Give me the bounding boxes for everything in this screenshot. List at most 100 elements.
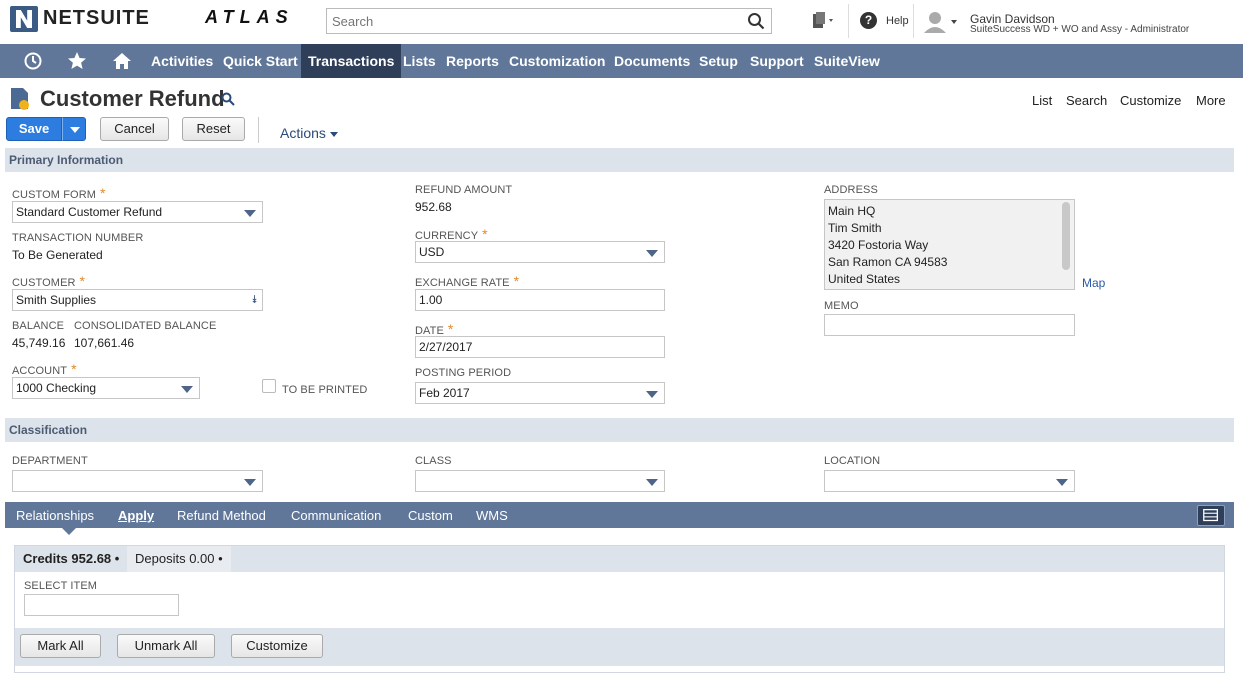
tab-wms[interactable]: WMS bbox=[476, 502, 508, 528]
address-scrollbar[interactable] bbox=[1062, 202, 1070, 270]
search-link[interactable]: Search bbox=[1066, 93, 1107, 108]
currency-label: CURRENCY * bbox=[415, 226, 488, 242]
address-label: ADDRESS bbox=[824, 184, 878, 196]
exchange-rate-label: EXCHANGE RATE * bbox=[415, 273, 520, 289]
help-link[interactable]: Help bbox=[886, 15, 909, 27]
toolbar-divider bbox=[258, 117, 259, 143]
refund-amount-value: 952.68 bbox=[415, 200, 452, 214]
posting-period-select[interactable]: Feb 2017 bbox=[415, 382, 665, 404]
transaction-number-label: TRANSACTION NUMBER bbox=[12, 232, 144, 244]
custom-form-label: CUSTOM FORM * bbox=[12, 185, 106, 201]
customer-refund-icon bbox=[10, 87, 30, 111]
posting-period-label: POSTING PERIOD bbox=[415, 367, 512, 379]
custom-form-select[interactable]: Standard Customer Refund bbox=[12, 201, 263, 223]
tab-deposits[interactable]: Deposits 0.00 • bbox=[127, 546, 231, 572]
chevron-down-icon bbox=[329, 131, 338, 137]
address-textarea[interactable]: Main HQ Tim Smith 3420 Fostoria Way San … bbox=[824, 199, 1075, 290]
nav-transactions[interactable]: Transactions bbox=[301, 44, 402, 78]
consolidated-balance-label: CONSOLIDATED BALANCE bbox=[74, 320, 217, 332]
address-line: Main HQ bbox=[828, 204, 876, 218]
recent-records-icon[interactable] bbox=[812, 12, 838, 30]
nav-quick-start[interactable]: Quick Start bbox=[216, 44, 305, 78]
main-nav: Activities Quick Start Transactions List… bbox=[0, 44, 1243, 78]
tab-relationships[interactable]: Relationships bbox=[16, 502, 94, 528]
actions-menu[interactable]: Actions bbox=[280, 125, 338, 141]
title-search-icon[interactable] bbox=[221, 92, 235, 106]
customer-label: CUSTOMER * bbox=[12, 273, 86, 289]
nav-support[interactable]: Support bbox=[743, 44, 811, 78]
address-line: Tim Smith bbox=[828, 221, 882, 235]
memo-label: MEMO bbox=[824, 300, 859, 312]
exchange-rate-input[interactable]: 1.00 bbox=[415, 289, 665, 311]
location-label: LOCATION bbox=[824, 455, 881, 467]
actions-label[interactable]: Actions bbox=[280, 125, 326, 141]
global-search-input[interactable] bbox=[327, 9, 727, 33]
nav-customization[interactable]: Customization bbox=[502, 44, 612, 78]
netsuite-logo-text[interactable]: NETSUITE bbox=[43, 7, 150, 30]
primary-information-header[interactable]: Primary Information bbox=[5, 148, 1234, 172]
address-line: San Ramon CA 94583 bbox=[828, 255, 948, 269]
date-label: DATE * bbox=[415, 321, 454, 337]
list-link[interactable]: List bbox=[1032, 93, 1052, 108]
consolidated-balance-value: 107,661.46 bbox=[74, 336, 135, 350]
mark-all-button[interactable]: Mark All bbox=[20, 634, 101, 658]
tab-credits[interactable]: Credits 952.68 • bbox=[15, 546, 128, 572]
nav-lists[interactable]: Lists bbox=[396, 44, 443, 78]
to-be-printed-label: TO BE PRINTED bbox=[282, 384, 368, 396]
to-be-printed-checkbox[interactable] bbox=[262, 379, 276, 393]
class-select[interactable] bbox=[415, 470, 665, 492]
header-divider bbox=[848, 4, 849, 38]
recent-history-icon[interactable] bbox=[16, 44, 50, 78]
subtab-layout-icon[interactable] bbox=[1197, 505, 1225, 526]
refund-amount-label: REFUND AMOUNT bbox=[415, 184, 513, 196]
address-line: United States bbox=[828, 272, 901, 286]
balance-label: BALANCE bbox=[12, 320, 65, 332]
tab-communication[interactable]: Communication bbox=[291, 502, 381, 528]
nav-setup[interactable]: Setup bbox=[692, 44, 745, 78]
unmark-all-button[interactable]: Unmark All bbox=[117, 634, 215, 658]
favorites-star-icon[interactable] bbox=[60, 44, 94, 78]
select-item-label: SELECT ITEM bbox=[24, 580, 98, 592]
nav-activities[interactable]: Activities bbox=[144, 44, 220, 78]
balance-value: 45,749.16 bbox=[12, 336, 66, 350]
date-input[interactable]: 2/27/2017 bbox=[415, 336, 665, 358]
page-title: Customer Refund bbox=[40, 86, 225, 111]
account-select[interactable]: 1000 Checking bbox=[12, 377, 200, 399]
cancel-button[interactable]: Cancel bbox=[100, 117, 169, 141]
customer-select[interactable]: Smith Supplies bbox=[12, 289, 263, 311]
subtab-bar: Relationships Apply Refund Method Commun… bbox=[5, 502, 1234, 528]
user-role[interactable]: SuiteSuccess WD + WO and Assy - Administ… bbox=[970, 24, 1189, 35]
class-label: CLASS bbox=[415, 455, 452, 467]
account-label: ACCOUNT * bbox=[12, 361, 77, 377]
location-select[interactable] bbox=[824, 470, 1075, 492]
more-link[interactable]: More bbox=[1196, 93, 1226, 108]
map-link[interactable]: Map bbox=[1082, 276, 1105, 290]
tab-refund-method[interactable]: Refund Method bbox=[177, 502, 266, 528]
customize-button[interactable]: Customize bbox=[231, 634, 323, 658]
help-icon[interactable]: ? bbox=[860, 12, 877, 29]
transaction-number-value: To Be Generated bbox=[12, 248, 103, 262]
tab-custom[interactable]: Custom bbox=[408, 502, 453, 528]
header-divider bbox=[913, 4, 914, 38]
atlas-logo: ATLAS bbox=[205, 7, 294, 27]
user-avatar-icon[interactable] bbox=[923, 11, 959, 33]
home-icon[interactable] bbox=[105, 44, 139, 78]
select-item-input[interactable] bbox=[24, 594, 179, 616]
memo-input[interactable] bbox=[824, 314, 1075, 336]
save-button[interactable]: Save bbox=[6, 117, 62, 141]
nav-reports[interactable]: Reports bbox=[439, 44, 506, 78]
customize-link[interactable]: Customize bbox=[1120, 93, 1181, 108]
global-search[interactable] bbox=[326, 8, 772, 34]
department-label: DEPARTMENT bbox=[12, 455, 88, 467]
tab-apply[interactable]: Apply bbox=[118, 502, 154, 528]
save-options-dropdown[interactable] bbox=[62, 117, 86, 141]
classification-header[interactable]: Classification bbox=[5, 418, 1234, 442]
nav-documents[interactable]: Documents bbox=[607, 44, 697, 78]
department-select[interactable] bbox=[12, 470, 263, 492]
netsuite-logo-icon[interactable] bbox=[10, 6, 38, 32]
active-tab-pointer bbox=[62, 528, 76, 535]
currency-select[interactable]: USD bbox=[415, 241, 665, 263]
reset-button[interactable]: Reset bbox=[182, 117, 245, 141]
nav-suiteview[interactable]: SuiteView bbox=[807, 44, 887, 78]
search-icon[interactable] bbox=[747, 12, 765, 30]
